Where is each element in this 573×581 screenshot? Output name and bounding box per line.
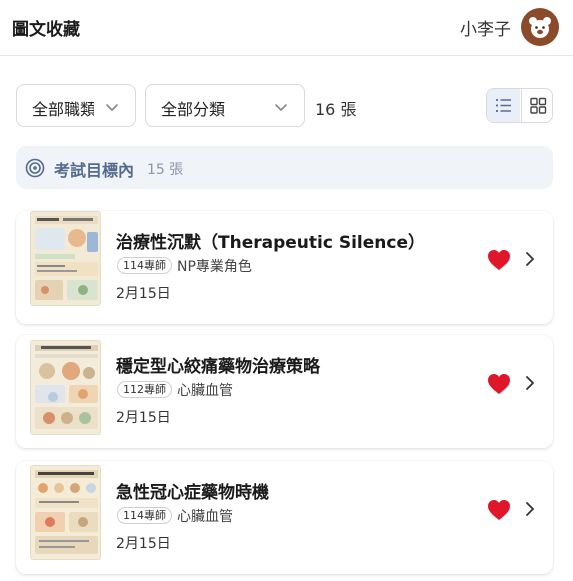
chevron-down-icon [275, 104, 287, 111]
infographic-thumbnail [30, 465, 101, 560]
category-label: 心臟血管 [177, 509, 233, 525]
app-header: 圖文收藏 小李子 [0, 0, 573, 56]
date-label: 2月15日 [116, 410, 171, 426]
heart-icon[interactable] [487, 373, 511, 395]
chevron-right-icon[interactable] [524, 501, 536, 517]
avatar[interactable] [521, 8, 559, 46]
chevron-down-icon [106, 104, 118, 111]
card-title: 治療性沉默（Therapeutic Silence） [116, 233, 425, 253]
list-item[interactable]: 穩定型心絞痛藥物治療策略 112專師 心臟血管 2月15日 [16, 335, 553, 448]
exam-badge: 114專師 [117, 257, 172, 274]
heart-icon[interactable] [487, 249, 511, 271]
list-icon [495, 98, 511, 113]
chevron-right-icon[interactable] [524, 251, 536, 267]
list-view-button[interactable] [487, 89, 520, 122]
chevron-right-icon[interactable] [524, 375, 536, 391]
exam-badge: 114專師 [117, 507, 172, 524]
profession-select-label: 全部職類 [32, 100, 94, 119]
list-item[interactable]: 急性冠心症藥物時機 114專師 心臟血管 2月15日 [16, 461, 553, 574]
view-toggle [486, 88, 553, 123]
target-icon [25, 158, 45, 178]
category-label: 心臟血管 [177, 383, 233, 399]
grid-icon [530, 97, 547, 114]
grid-view-button[interactable] [521, 89, 552, 122]
card-title: 穩定型心絞痛藥物治療策略 [116, 357, 320, 377]
date-label: 2月15日 [116, 536, 171, 552]
infographic-thumbnail [30, 340, 101, 435]
section-header[interactable]: 考試目標內 15 張 [16, 146, 553, 189]
date-label: 2月15日 [116, 286, 171, 302]
bear-icon [529, 17, 551, 38]
category-label: NP專業角色 [177, 259, 252, 275]
page-title: 圖文收藏 [12, 20, 80, 40]
profession-select[interactable]: 全部職類 [16, 84, 136, 127]
infographic-thumbnail [30, 211, 101, 306]
total-count: 16 張 [315, 100, 357, 119]
category-select[interactable]: 全部分類 [145, 84, 305, 127]
username[interactable]: 小李子 [460, 15, 511, 40]
heart-icon[interactable] [487, 499, 511, 521]
exam-badge: 112專師 [117, 381, 172, 398]
list-item[interactable]: 治療性沉默（Therapeutic Silence） 114專師 NP專業角色 … [16, 211, 553, 324]
category-select-label: 全部分類 [161, 100, 226, 119]
section-count: 15 張 [147, 162, 184, 178]
section-title: 考試目標內 [54, 161, 135, 180]
card-title: 急性冠心症藥物時機 [116, 483, 269, 503]
